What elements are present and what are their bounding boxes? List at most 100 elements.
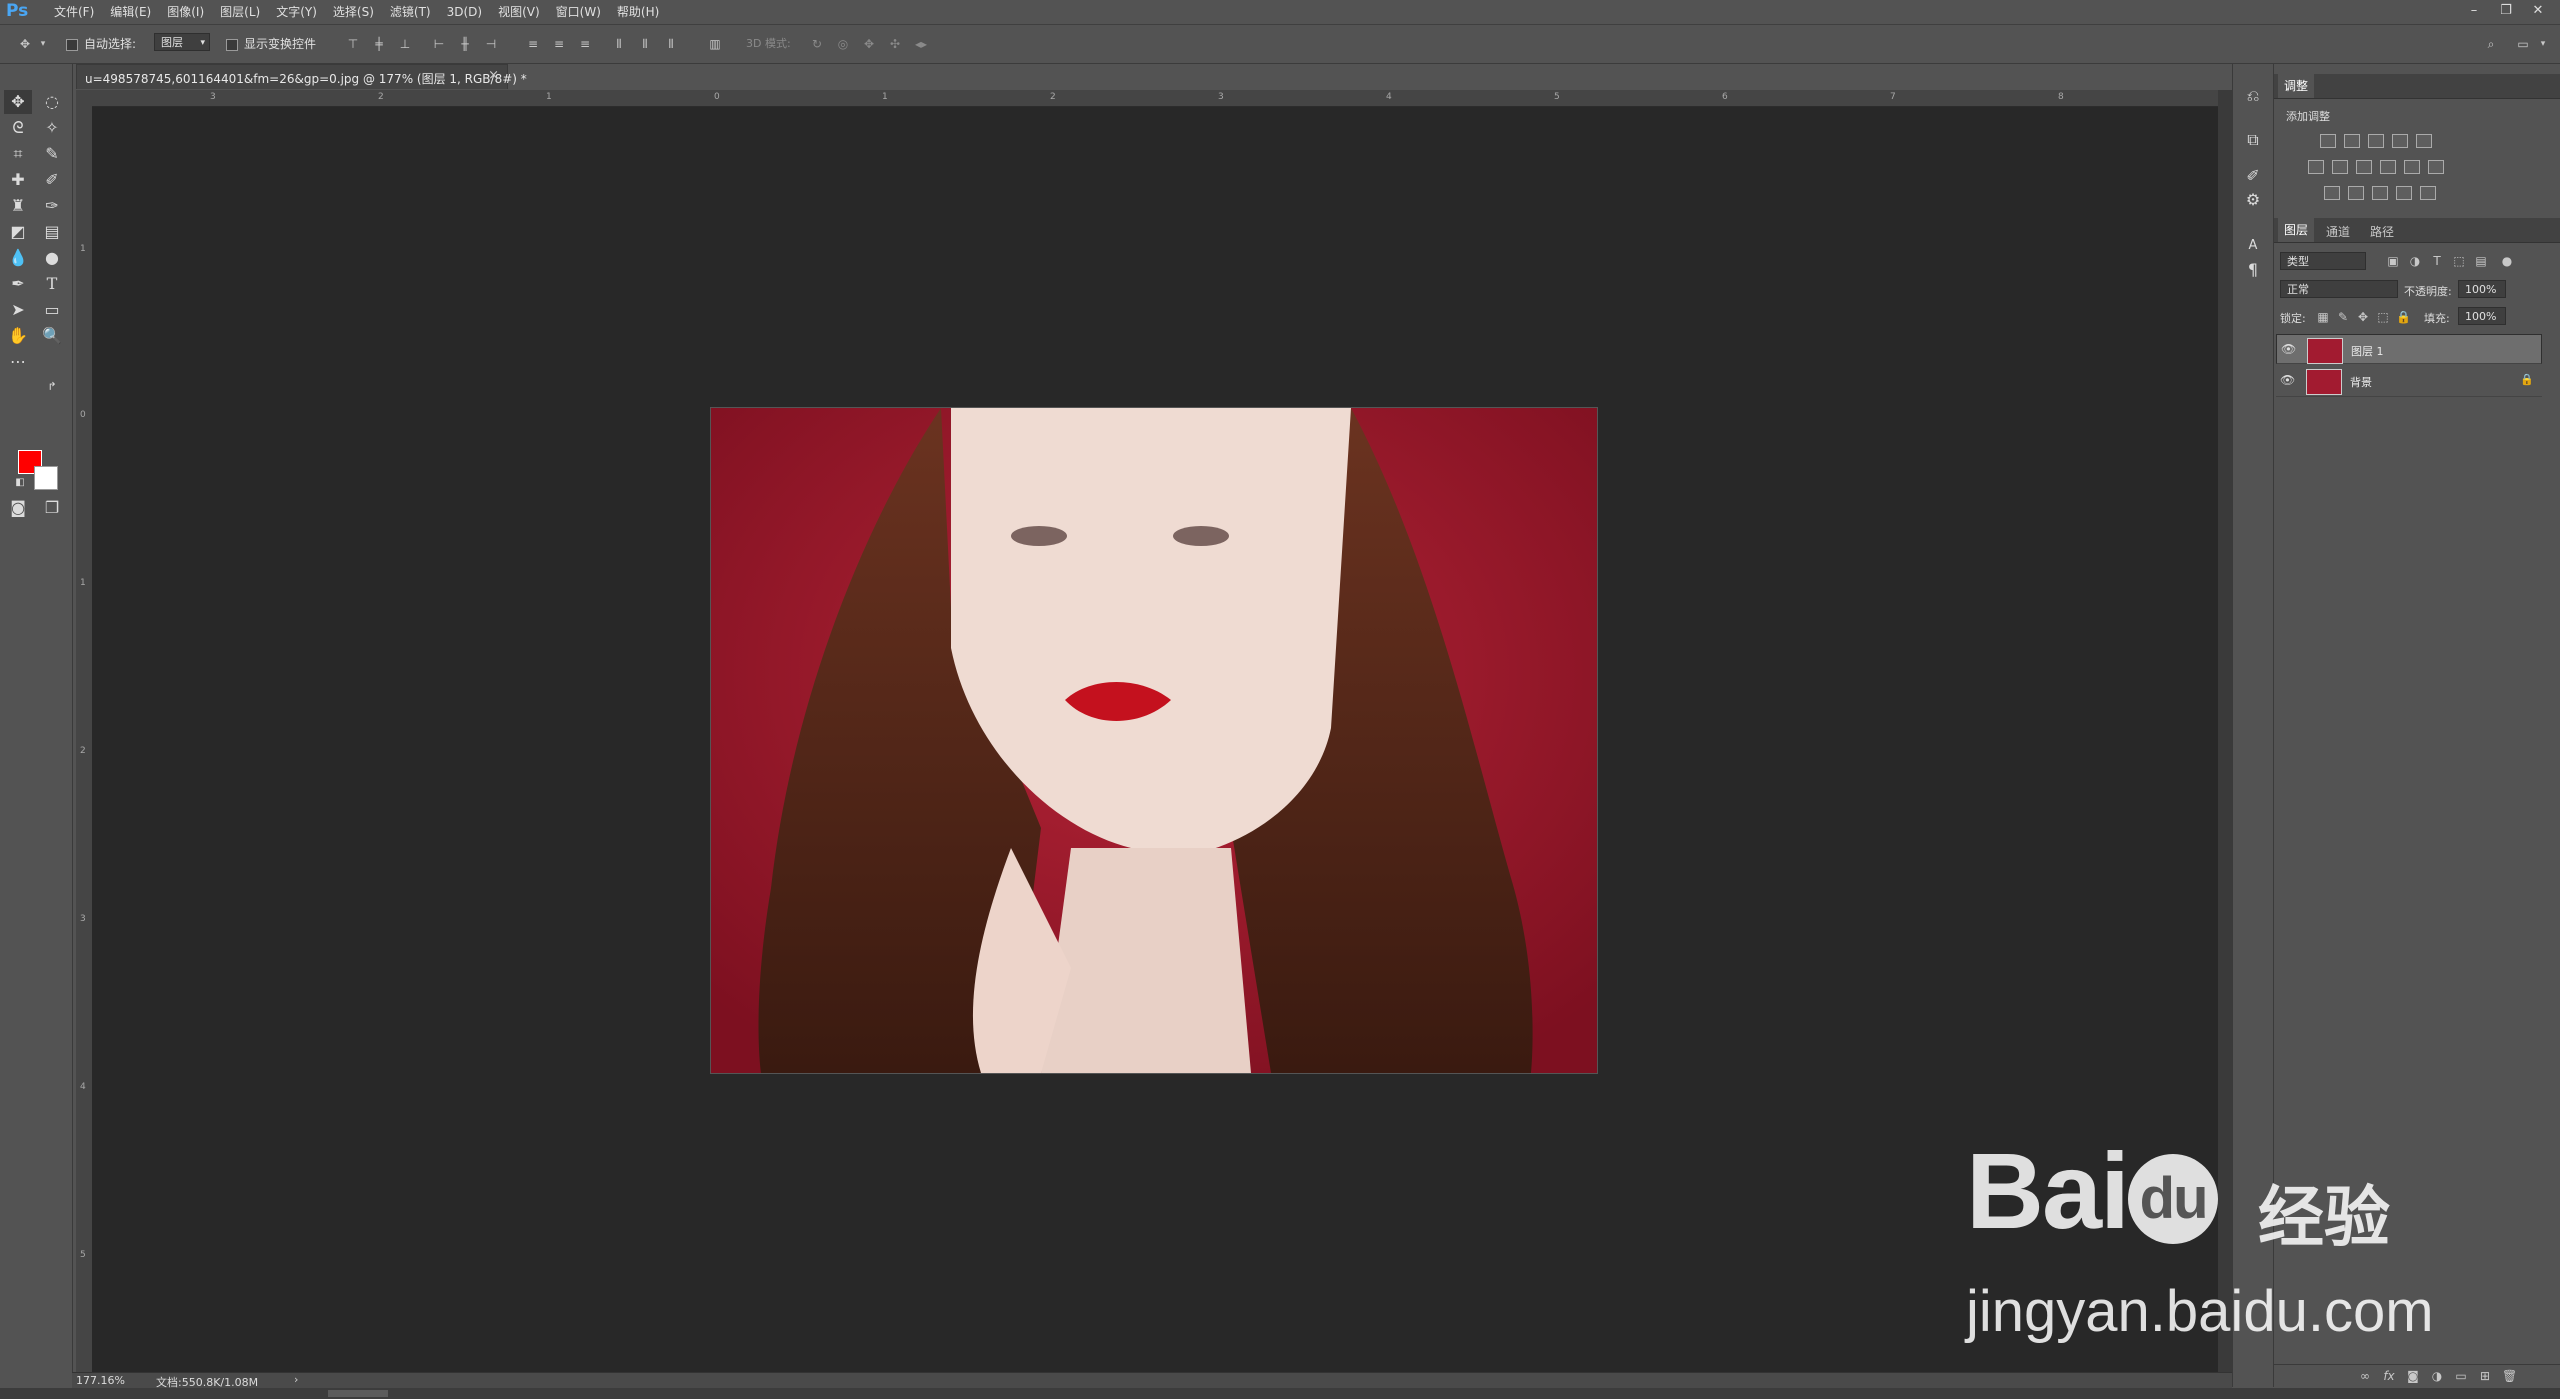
menu-file[interactable]: 文件(F)	[46, 4, 102, 20]
3d-slide-icon[interactable]: ✣	[888, 37, 902, 51]
document-tab[interactable]: u=498578745,601164401&fm=26&gp=0.jpg @ 1…	[76, 64, 527, 89]
align-top-icon[interactable]: ⊤	[346, 37, 360, 51]
channel-mixer-icon[interactable]	[2404, 160, 2420, 174]
filter-smart-object-icon[interactable]: ▤	[2474, 254, 2488, 268]
tab-adjustments[interactable]: 调整	[2278, 74, 2315, 98]
tab-channels[interactable]: 通道	[2326, 223, 2350, 240]
distribute-bottom-icon[interactable]: ≡	[578, 37, 592, 51]
layer-mask-icon[interactable]: ◙	[2406, 1369, 2420, 1383]
move-tool-preset-icon[interactable]: ✥	[18, 37, 32, 51]
distribute-vcenter-icon[interactable]: ≡	[552, 37, 566, 51]
quick-mask-icon[interactable]: ◙	[4, 496, 32, 520]
layer-style-icon[interactable]: fx	[2382, 1369, 2396, 1383]
auto-select-dropdown[interactable]: 图层 ▾	[154, 33, 210, 51]
close-icon[interactable]: ×	[488, 68, 499, 83]
tab-paths[interactable]: 路径	[2370, 223, 2394, 240]
lasso-tool-icon[interactable]: ᘓ	[4, 116, 32, 140]
auto-select-checkbox[interactable]	[66, 38, 78, 51]
tab-layers[interactable]: 图层	[2278, 218, 2315, 242]
menu-view[interactable]: 视图(V)	[490, 4, 548, 20]
new-layer-icon[interactable]: ⊞	[2478, 1369, 2492, 1383]
align-right-icon[interactable]: ⊣	[484, 37, 498, 51]
gradient-tool-icon[interactable]: ▤	[38, 220, 66, 244]
filter-adjustment-icon[interactable]: ◑	[2408, 254, 2422, 268]
hand-tool-icon[interactable]: ✋	[4, 324, 32, 348]
restore-button[interactable]: ❐	[2490, 0, 2522, 22]
lock-artboard-icon[interactable]: ⬚	[2376, 310, 2390, 324]
crop-tool-icon[interactable]: ⌗	[4, 142, 32, 166]
selective-color-icon[interactable]	[2396, 186, 2412, 200]
visibility-eye-icon[interactable]: 👁	[2280, 373, 2295, 387]
delete-layer-icon[interactable]: 🗑	[2502, 1369, 2517, 1383]
levels-icon[interactable]	[2344, 134, 2360, 148]
distribute-right-icon[interactable]: ⦀	[664, 37, 678, 51]
threshold-icon[interactable]	[2372, 186, 2388, 200]
magic-wand-tool-icon[interactable]: ✧	[38, 116, 66, 140]
menu-layer[interactable]: 图层(L)	[212, 4, 268, 20]
scroll-thumb[interactable]	[328, 1390, 388, 1397]
lock-transparent-icon[interactable]: ▦	[2316, 310, 2330, 324]
menu-window[interactable]: 窗口(W)	[548, 4, 609, 20]
menu-select[interactable]: 选择(S)	[325, 4, 382, 20]
distribute-hcenter-icon[interactable]: ⦀	[638, 37, 652, 51]
menu-type[interactable]: 文字(Y)	[268, 4, 325, 20]
menu-image[interactable]: 图像(I)	[159, 4, 212, 20]
auto-align-icon[interactable]: ▥	[708, 37, 722, 51]
rectangle-tool-icon[interactable]: ▭	[38, 298, 66, 322]
lock-position-icon[interactable]: ✥	[2356, 310, 2370, 324]
zoom-level[interactable]: 177.16%	[76, 1374, 125, 1387]
vibrance-icon[interactable]	[2416, 134, 2432, 148]
filter-toggle-icon[interactable]: ●	[2500, 254, 2514, 268]
horizontal-scrollbar[interactable]	[0, 1388, 2560, 1399]
layer-filter-dropdown[interactable]: 类型	[2280, 252, 2366, 270]
hue-saturation-icon[interactable]	[2308, 160, 2324, 174]
gradient-map-icon[interactable]	[2420, 186, 2436, 200]
lock-image-icon[interactable]: ✎	[2336, 310, 2350, 324]
adjustment-layer-icon[interactable]: ◑	[2430, 1369, 2444, 1383]
align-hcenter-icon[interactable]: ╫	[458, 37, 472, 51]
menu-filter[interactable]: 滤镜(T)	[382, 4, 439, 20]
clone-stamp-tool-icon[interactable]: ♜	[4, 194, 32, 218]
lock-all-icon[interactable]: 🔒	[2396, 310, 2411, 324]
auto-select-option[interactable]: 自动选择:	[66, 35, 136, 52]
visibility-eye-icon[interactable]: 👁	[2281, 342, 2296, 356]
layer-row[interactable]: 👁 图层 1	[2276, 334, 2542, 364]
filter-shape-icon[interactable]: ⬚	[2452, 254, 2466, 268]
zoom-tool-icon[interactable]: 🔍	[38, 324, 66, 348]
document-image[interactable]	[710, 407, 1598, 1074]
posterize-icon[interactable]	[2348, 186, 2364, 200]
align-bottom-icon[interactable]: ⊥	[398, 37, 412, 51]
photo-filter-icon[interactable]	[2380, 160, 2396, 174]
exposure-icon[interactable]	[2392, 134, 2408, 148]
3d-scale-icon[interactable]: ◂▸	[914, 37, 928, 51]
show-transform-option[interactable]: 显示变换控件	[226, 35, 316, 52]
chevron-down-icon[interactable]: ▾	[36, 37, 50, 51]
opacity-field[interactable]: 100%	[2458, 280, 2506, 298]
distribute-left-icon[interactable]: ⦀	[612, 37, 626, 51]
blur-tool-icon[interactable]: 💧	[4, 246, 32, 270]
black-white-icon[interactable]	[2356, 160, 2372, 174]
color-lookup-icon[interactable]	[2428, 160, 2444, 174]
fill-field[interactable]: 100%	[2458, 307, 2506, 325]
close-button[interactable]: ✕	[2522, 0, 2554, 22]
status-menu-arrow[interactable]: ›	[294, 1373, 298, 1386]
brush-panel-icon[interactable]: ✐	[2239, 164, 2267, 188]
background-color-swatch[interactable]	[34, 466, 58, 490]
eraser-tool-icon[interactable]: ◩	[4, 220, 32, 244]
align-vcenter-icon[interactable]: ╪	[372, 37, 386, 51]
menu-help[interactable]: 帮助(H)	[609, 4, 667, 20]
marquee-tool-icon[interactable]: ◌	[38, 90, 66, 114]
character-panel-icon[interactable]: A	[2239, 234, 2267, 258]
swap-colors-icon[interactable]: ↱	[38, 380, 66, 394]
default-colors-icon[interactable]: ◧	[6, 476, 34, 490]
eyedropper-tool-icon[interactable]: ✎	[38, 142, 66, 166]
menu-edit[interactable]: 编辑(E)	[102, 4, 159, 20]
brush-tool-icon[interactable]: ✐	[38, 168, 66, 192]
pen-tool-icon[interactable]: ✒	[4, 272, 32, 296]
distribute-top-icon[interactable]: ≡	[526, 37, 540, 51]
show-transform-checkbox[interactable]	[226, 38, 238, 51]
workspace-icon[interactable]: ▭	[2516, 37, 2530, 51]
layer-name[interactable]: 图层 1	[2351, 343, 2384, 361]
history-panel-icon[interactable]: ⎌	[2239, 84, 2267, 108]
3d-roll-icon[interactable]: ◎	[836, 37, 850, 51]
